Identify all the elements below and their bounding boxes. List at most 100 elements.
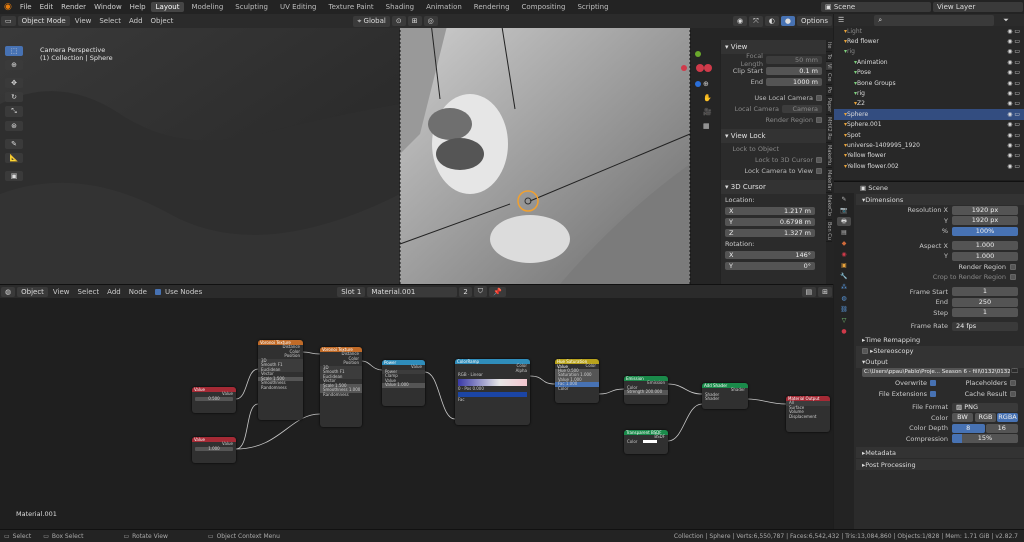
sidebar-tab-mhx2[interactable]: MHX2 Ru [826,115,832,143]
outliner-row[interactable]: ▾ Animation ◉ ▭ [834,57,1024,67]
node-voronoi-2[interactable]: Voronoi Texture Distance Color Position … [320,347,362,427]
crop-region-checkbox[interactable] [1010,274,1016,281]
tab-scripting[interactable]: Scripting [572,2,613,12]
ne-menu-add[interactable]: Add [103,288,125,296]
menu-edit[interactable]: Edit [36,0,58,14]
vp-menu-add[interactable]: Add [125,17,147,25]
outliner-row[interactable]: ▾ Pose ◉ ▭ [834,68,1024,78]
physics-props-icon[interactable]: ◍ [837,294,851,303]
ortho-toggle-icon[interactable]: ▦ [703,122,715,130]
select-box-tool-icon[interactable]: ⬚ [5,46,23,56]
output-panel-header[interactable]: ▾ Output [856,356,1024,368]
outliner-row[interactable]: ▾ Bone Groups ◉ ▭ [834,78,1024,88]
outliner-type-icon[interactable]: ☰ [838,16,844,24]
outliner-row[interactable]: ▾ Spot ◉ ▭ [834,130,1024,140]
visibility-toggle-icon[interactable]: ◉ ▭ [1007,59,1024,66]
sidebar-tab-po[interactable]: Po [826,85,832,96]
visibility-toggle-icon[interactable]: ◉ ▭ [1007,90,1024,97]
dimensions-panel-header[interactable]: ▾ Dimensions [856,194,1024,205]
compression-slider[interactable]: 15% [952,434,1018,444]
sidebar-tab-makeclothes[interactable]: MakeClo [826,193,832,220]
aspect-x-field[interactable]: 1.000 [952,241,1018,251]
use-local-camera-checkbox[interactable] [816,94,822,101]
view-lock-header[interactable]: ▾ View Lock [721,129,826,143]
lock-camera-checkbox[interactable] [816,167,822,174]
tab-sculpting[interactable]: Sculpting [230,2,273,12]
frame-end-field[interactable]: 250 [952,297,1018,307]
annotate-tool-icon[interactable]: ✎ [5,139,23,149]
tab-layout[interactable]: Layout [150,2,185,12]
frame-rate-dropdown[interactable]: 24 fps [952,321,1018,331]
node-colorramp-stop[interactable]: 0 · Pos 0.000 [455,386,530,392]
metadata-header[interactable]: ▸ Metadata [856,447,1024,458]
tab-uv-editing[interactable]: UV Editing [275,2,322,12]
node-power[interactable]: Power Value Power Clamp Value Value 1.00… [382,360,425,406]
visibility-toggle-icon[interactable]: ◉ ▭ [1007,48,1024,55]
clip-end-field[interactable]: 1000 m [766,77,822,86]
ne-menu-view[interactable]: View [49,288,74,296]
transform-tool-icon[interactable]: ⊛ [5,121,23,131]
stereoscopy-checkbox[interactable] [862,348,868,354]
node-value-2-field[interactable]: 1.000 [192,446,236,451]
frame-step-field[interactable]: 1 [952,308,1018,318]
fake-user-icon[interactable]: ⛉ [473,286,488,297]
node-value-1-field[interactable]: 0.500 [192,396,236,401]
stereoscopy-header[interactable]: ▸ Stereoscopy [856,345,1024,357]
node-material-output[interactable]: Material Output All Surface Volume Displ… [786,396,830,432]
3d-viewport[interactable] [0,14,833,284]
node-field[interactable]: Strength 200.000 [624,389,668,395]
vp-menu-select[interactable]: Select [95,17,125,25]
snap-node-icon[interactable]: ⊞ [818,286,832,297]
depth-8-button[interactable]: 8 [952,423,985,433]
view-layer-selector[interactable]: View Layer [933,2,1023,12]
constraints-props-icon[interactable]: ⛓ [837,305,851,314]
render-region-prop-checkbox[interactable] [1010,263,1016,270]
node-transparent-bsdf[interactable]: Transparent BSDF BSDF Color [624,430,668,454]
time-remapping-header[interactable]: ▸ Time Remapping [856,335,1024,346]
visibility-toggle-icon[interactable]: ◉ ▭ [1007,121,1024,128]
snap-icon[interactable]: ⊞ [407,16,422,26]
slot-dropdown[interactable]: Slot 1 [337,286,366,297]
outliner-row[interactable]: ▾ rig ◉ ▭ [834,88,1024,98]
output-props-icon[interactable]: 🖶 [837,217,851,226]
add-cube-tool-icon[interactable]: ▣ [5,171,23,181]
node-value-2[interactable]: Value Value 1.000 [192,437,236,463]
measure-tool-icon[interactable]: 📐 [5,153,23,163]
zoom-icon[interactable]: ⊕ [703,80,715,88]
pan-icon[interactable]: ✋ [703,94,715,102]
mode-dropdown[interactable]: Object Mode [17,16,70,26]
visibility-toggle-icon[interactable]: ◉ ▭ [1007,142,1024,149]
gizmo-icon[interactable]: ⤧ [749,15,763,27]
overlays-icon[interactable]: ◐ [764,16,779,26]
post-processing-header[interactable]: ▸ Post Processing [856,459,1024,470]
transparent-color-swatch[interactable] [643,439,658,443]
vp-menu-view[interactable]: View [71,17,96,25]
menu-window[interactable]: Window [90,0,126,14]
folder-icon[interactable]: 🗀 [1012,367,1019,378]
depth-16-button[interactable]: 16 [985,423,1018,433]
resolution-pct-field[interactable]: 100% [952,226,1018,236]
outliner-row[interactable]: ▾ Yellow flower.002 ◉ ▭ [834,161,1024,171]
node-emission[interactable]: Emission Emission Color Strength 200.000 [624,376,668,404]
location-x-field[interactable]: X 1.217 m [725,206,815,215]
lock-cursor-checkbox[interactable] [816,156,822,163]
outliner-row[interactable]: ▾ rig ◉ ▭ [834,47,1024,57]
tab-animation[interactable]: Animation [421,2,467,12]
visibility-toggle-icon[interactable]: ◉ ▭ [1007,38,1024,45]
color-rgb-button[interactable]: RGB [975,413,996,423]
material-users-count[interactable]: 2 [459,286,472,297]
scene-selector[interactable]: ▣ Scene [821,2,931,12]
sidebar-tab-paper[interactable]: Paper [826,96,832,116]
modifier-props-icon[interactable]: 🔧 [837,272,851,281]
visibility-toggle-icon[interactable]: ◉ ▭ [1007,28,1024,35]
material-props-icon[interactable]: ● [837,327,851,336]
orientation-dropdown[interactable]: ⌖ Global [353,15,390,27]
cursor-tool-icon[interactable]: ⊕ [5,60,23,70]
render-region-checkbox[interactable] [816,116,822,123]
node-field[interactable]: Value 1.000 [382,382,425,388]
node-voronoi-1[interactable]: Voronoi Texture Distance Color Position … [258,340,303,420]
move-tool-icon[interactable]: ✥ [5,78,23,88]
tool-props-icon[interactable]: ✎ [837,195,851,204]
node-hue-saturation[interactable]: Hue Saturation Value Color Hue 0.500 Sat… [555,359,599,403]
outliner-row[interactable]: ▾ Red flower ◉ ▭ [834,36,1024,46]
